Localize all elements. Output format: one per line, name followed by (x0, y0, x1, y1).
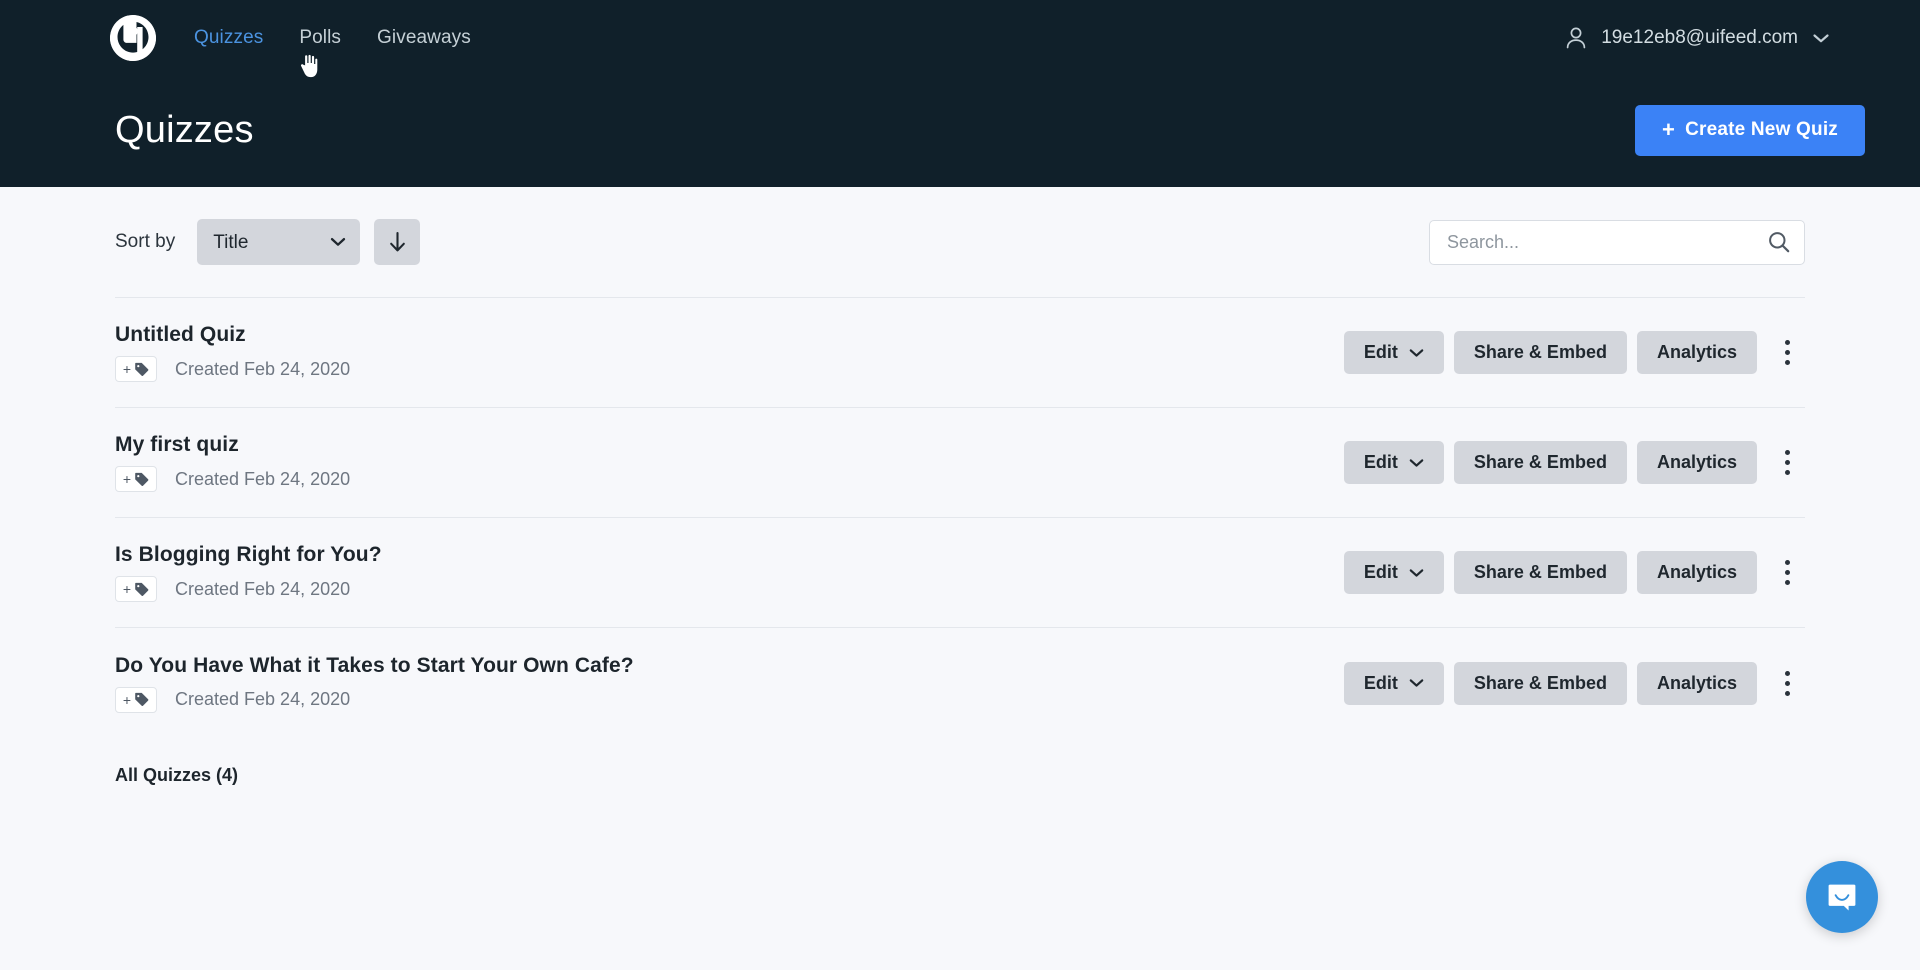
edit-button[interactable]: Edit (1343, 661, 1444, 705)
add-tag-button[interactable]: + (115, 466, 157, 492)
add-tag-button[interactable]: + (115, 356, 157, 382)
all-quizzes-count: All Quizzes (4) (115, 765, 239, 785)
user-icon (1566, 27, 1586, 49)
create-new-quiz-button[interactable]: + Create New Quiz (1635, 104, 1865, 156)
quiz-created-date: Created Feb 24, 2020 (175, 468, 351, 489)
analytics-button[interactable]: Analytics (1636, 331, 1757, 374)
arrow-down-icon (389, 231, 405, 252)
intercom-chat-launcher[interactable] (1806, 861, 1878, 933)
tag-icon (135, 362, 149, 376)
chat-bubble-icon (1828, 884, 1856, 911)
share-and-embed-button[interactable]: Share & Embed (1453, 331, 1627, 374)
quiz-actions: Edit Share & Embed Analytics (1343, 441, 1805, 484)
plus-icon: + (122, 691, 132, 708)
add-tag-button[interactable]: + (115, 686, 157, 713)
chevron-down-icon (1409, 348, 1424, 357)
page-title: Quizzes (115, 108, 254, 151)
quiz-list: Untitled Quiz + Created Feb 24, 2020 Edi… (115, 297, 1805, 738)
quiz-actions: Edit Share & Embed Analytics (1343, 661, 1805, 705)
share-and-embed-button[interactable]: Share & Embed (1453, 551, 1627, 594)
tag-icon (135, 692, 149, 706)
plus-icon: + (122, 581, 132, 597)
create-new-quiz-label: Create New Quiz (1685, 119, 1838, 140)
quiz-title[interactable]: Is Blogging Right for You? (115, 543, 382, 567)
mouse-cursor-pointer-icon (299, 53, 319, 79)
quiz-info: Do You Have What it Takes to Start Your … (115, 654, 634, 713)
add-tag-button[interactable]: + (115, 576, 157, 602)
edit-button[interactable]: Edit (1343, 441, 1444, 484)
search-wrapper (1429, 219, 1805, 265)
top-navigation-bar: Quizzes Polls Giveaways 19e12eb8@uifeed.… (0, 0, 1920, 79)
nav-links: Quizzes Polls Giveaways (194, 27, 471, 79)
chevron-down-icon (1409, 458, 1424, 467)
edit-button[interactable]: Edit (1343, 551, 1444, 594)
chevron-down-icon (1409, 568, 1424, 577)
kebab-menu-icon[interactable] (1769, 663, 1805, 703)
quiz-list-item[interactable]: Is Blogging Right for You? + Created Feb… (115, 518, 1805, 628)
share-and-embed-button[interactable]: Share & Embed (1453, 441, 1627, 484)
logo-glyph (110, 15, 156, 61)
edit-button[interactable]: Edit (1343, 331, 1444, 374)
quiz-title[interactable]: Untitled Quiz (115, 323, 350, 347)
account-email: 19e12eb8@uifeed.com (1601, 27, 1798, 48)
page-title-row: Quizzes + Create New Quiz (0, 76, 1920, 184)
quiz-list-item[interactable]: Do You Have What it Takes to Start Your … (115, 628, 1805, 738)
list-controls: Sort by Title Date Created Date Modified (115, 187, 1805, 297)
sort-by-label: Sort by (115, 231, 176, 252)
quiz-list-item[interactable]: My first quiz + Created Feb 24, 2020 Edi… (115, 408, 1805, 518)
quiz-meta: + Created Feb 24, 2020 (115, 356, 350, 382)
interact-logo[interactable] (110, 15, 156, 61)
quiz-info: Is Blogging Right for You? + Created Feb… (115, 543, 382, 602)
edit-label: Edit (1363, 452, 1398, 472)
share-and-embed-button[interactable]: Share & Embed (1453, 661, 1627, 705)
quiz-info: My first quiz + Created Feb 24, 2020 (115, 433, 350, 492)
sort-direction-button[interactable] (374, 219, 421, 265)
analytics-button[interactable]: Analytics (1636, 441, 1757, 484)
edit-label: Edit (1363, 342, 1398, 362)
quiz-actions: Edit Share & Embed Analytics (1343, 331, 1805, 374)
plus-icon: + (122, 471, 132, 487)
quiz-meta: + Created Feb 24, 2020 (115, 466, 350, 492)
plus-icon: + (122, 361, 132, 377)
quiz-title[interactable]: Do You Have What it Takes to Start Your … (115, 654, 634, 678)
chevron-down-icon (1813, 34, 1829, 43)
account-menu[interactable]: 19e12eb8@uifeed.com (1565, 26, 1860, 50)
quiz-actions: Edit Share & Embed Analytics (1343, 551, 1805, 594)
kebab-menu-icon[interactable] (1769, 553, 1805, 593)
search-input[interactable] (1429, 219, 1805, 265)
quiz-info: Untitled Quiz + Created Feb 24, 2020 (115, 323, 350, 382)
quiz-list-item[interactable]: Untitled Quiz + Created Feb 24, 2020 Edi… (115, 298, 1805, 408)
tag-icon (135, 582, 149, 596)
analytics-button[interactable]: Analytics (1636, 551, 1757, 594)
quiz-title[interactable]: My first quiz (115, 433, 350, 457)
quiz-created-date: Created Feb 24, 2020 (175, 358, 351, 379)
quiz-created-date: Created Feb 24, 2020 (175, 689, 351, 709)
main-content: Sort by Title Date Created Date Modified (0, 187, 1920, 786)
kebab-menu-icon[interactable] (1769, 443, 1805, 483)
edit-label: Edit (1363, 672, 1398, 693)
quiz-meta: + Created Feb 24, 2020 (115, 686, 634, 713)
sort-by-select[interactable]: Title Date Created Date Modified (197, 219, 361, 265)
quiz-created-date: Created Feb 24, 2020 (175, 578, 351, 599)
tag-icon (135, 472, 149, 486)
nav-item-polls[interactable]: Polls (299, 27, 341, 49)
kebab-menu-icon[interactable] (1769, 333, 1805, 373)
plus-icon: + (1662, 117, 1676, 142)
app-header: Quizzes Polls Giveaways 19e12eb8@uifeed.… (0, 0, 1920, 187)
nav-item-giveaways[interactable]: Giveaways (377, 27, 471, 49)
quiz-meta: + Created Feb 24, 2020 (115, 576, 382, 602)
nav-item-quizzes[interactable]: Quizzes (194, 27, 263, 49)
sort-by-select-wrapper: Title Date Created Date Modified (197, 219, 361, 265)
chevron-down-icon (1409, 679, 1424, 687)
analytics-button[interactable]: Analytics (1636, 661, 1757, 705)
edit-label: Edit (1363, 562, 1398, 582)
